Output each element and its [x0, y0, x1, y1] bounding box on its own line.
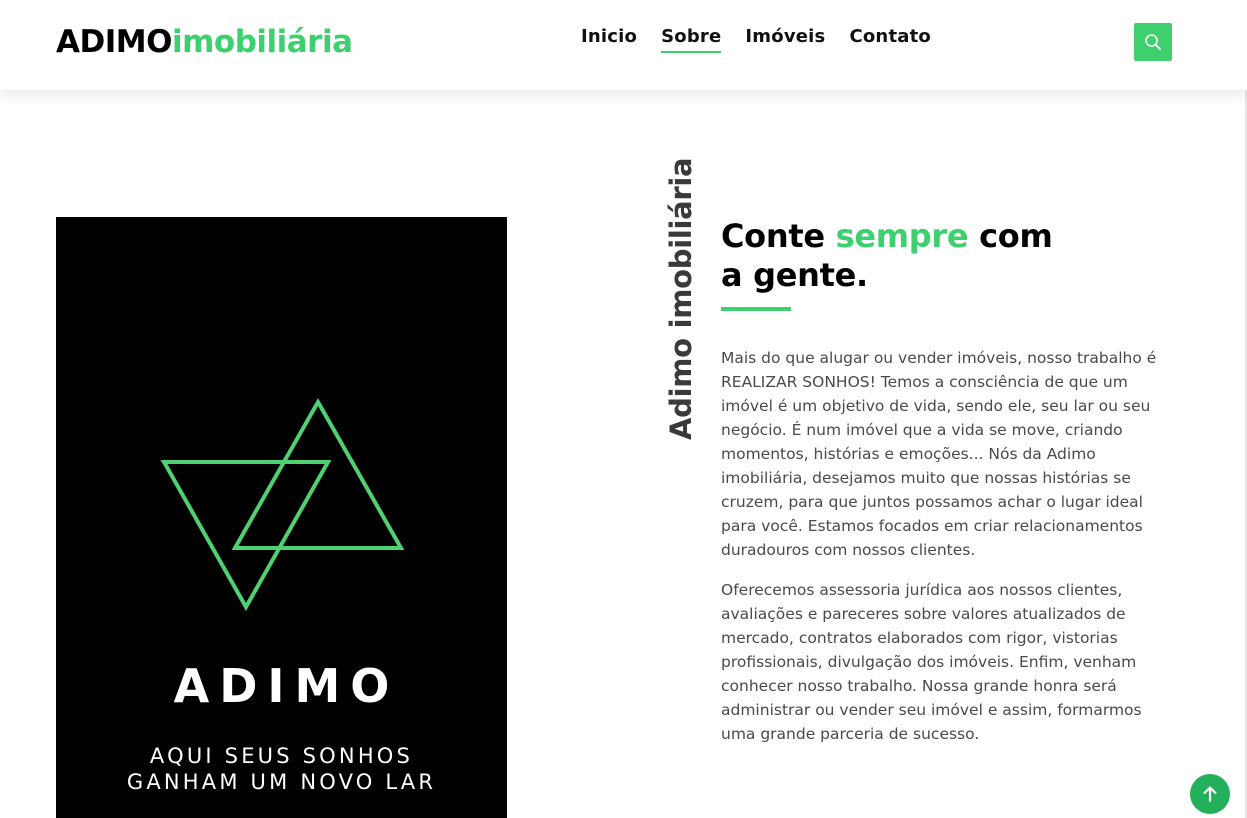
headline-line-2: a gente. — [721, 256, 868, 294]
headline-highlight: sempre — [835, 217, 969, 255]
promo-image: ADIMO AQUI SEUS SONHOS GANHAM UM NOVO LA… — [56, 217, 507, 818]
promo-title: ADIMO — [173, 659, 400, 713]
logo-text-adimo: ADIMO — [56, 24, 172, 60]
headline-underline — [721, 307, 791, 311]
about-paragraph-1: Mais do que alugar ou vender imóveis, no… — [721, 349, 1157, 559]
nav-item-inicio[interactable]: Inicio — [581, 26, 637, 53]
search-icon — [1145, 34, 1161, 50]
promo-tagline-1: AQUI SEUS SONHOS — [149, 744, 414, 768]
vertical-brand-label: Adimo imobiliária — [664, 157, 698, 440]
headline-part-2: com — [968, 217, 1053, 255]
headline-part-1: Conte — [721, 217, 836, 255]
about-paragraph-2: Oferecemos assessoria jurídica aos nosso… — [721, 581, 1142, 743]
nav-item-imoveis[interactable]: Imóveis — [745, 26, 825, 53]
promo-tagline-2: GANHAM UM NOVO LAR — [126, 770, 437, 794]
about-headline: Conte sempre com a gente. — [721, 217, 1053, 295]
triangles-logo-icon — [160, 397, 405, 612]
logo-text-imobiliaria: imobiliária — [171, 24, 353, 60]
nav-item-sobre[interactable]: Sobre — [661, 26, 722, 53]
main-nav: Inicio Sobre Imóveis Contato — [581, 26, 931, 53]
site-logo[interactable]: ADIMOimobiliária — [56, 24, 353, 60]
arrow-up-icon — [1203, 786, 1217, 803]
site-header: ADIMOimobiliária Inicio Sobre Imóveis Co… — [0, 0, 1247, 90]
back-to-top-button[interactable] — [1190, 774, 1230, 814]
search-button[interactable] — [1134, 23, 1172, 61]
nav-item-contato[interactable]: Contato — [849, 26, 931, 53]
